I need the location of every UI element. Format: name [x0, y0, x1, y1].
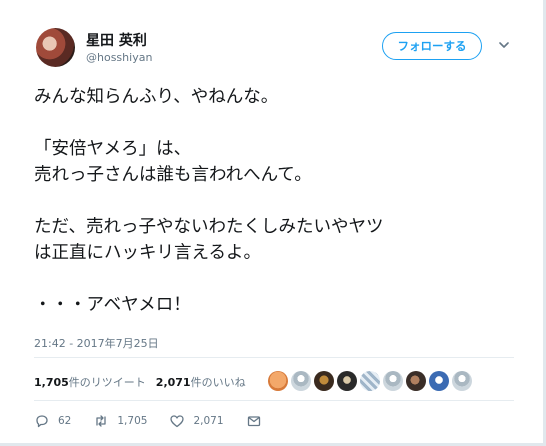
liker-avatar[interactable]	[337, 371, 357, 391]
user-handle[interactable]: @hosshiyan	[86, 51, 152, 64]
tweet-stats: 1,705件のリツイート 2,071件のいいね	[34, 374, 246, 390]
direct-message-button[interactable]	[246, 413, 262, 429]
tweet-card: 星田 英利 @hosshiyan フォローする みんな知らんふり、やねんな。 「…	[0, 0, 546, 446]
like-stat-count: 2,071	[155, 376, 191, 389]
liker-avatar[interactable]	[268, 371, 288, 391]
avatar[interactable]	[36, 28, 75, 67]
reply-icon	[36, 415, 48, 428]
reply-button[interactable]: 62	[34, 413, 71, 429]
divider	[34, 357, 514, 358]
tweet-text: みんな知らんふり、やねんな。 「安倍ヤメろ」は、 売れっ子さんは誰も言われへんて…	[34, 87, 384, 315]
liker-avatar[interactable]	[406, 371, 426, 391]
liker-avatars	[268, 371, 472, 391]
timestamp[interactable]: 21:42 - 2017年7月25日	[34, 335, 159, 351]
retweet-icon	[96, 415, 107, 427]
message-icon	[247, 416, 260, 427]
liker-avatar[interactable]	[360, 371, 380, 391]
retweet-stat-label: 件のリツイート	[68, 376, 146, 389]
liker-avatar[interactable]	[429, 371, 449, 391]
divider	[34, 400, 514, 401]
reply-count: 62	[58, 415, 72, 427]
liker-avatar[interactable]	[383, 371, 403, 391]
display-name[interactable]: 星田 英利	[86, 30, 147, 50]
like-stat-label: 件のいいね	[190, 376, 246, 389]
liker-avatar[interactable]	[291, 371, 311, 391]
heart-icon	[170, 415, 185, 428]
retweet-count: 1,705	[117, 415, 148, 427]
liker-avatar[interactable]	[452, 371, 472, 391]
tweet-actions: 62 1,705 2,071	[34, 413, 284, 429]
like-stat[interactable]: 2,071件のいいね	[156, 374, 246, 390]
like-button[interactable]: 2,071	[169, 413, 224, 429]
like-count: 2,071	[193, 415, 224, 427]
follow-button[interactable]: フォローする	[382, 32, 482, 60]
liker-avatar[interactable]	[314, 371, 334, 391]
retweet-stat[interactable]: 1,705件のリツイート	[34, 374, 146, 390]
chevron-down-icon[interactable]	[497, 38, 511, 52]
retweet-stat-count: 1,705	[34, 376, 69, 389]
retweet-button[interactable]: 1,705	[93, 413, 147, 429]
